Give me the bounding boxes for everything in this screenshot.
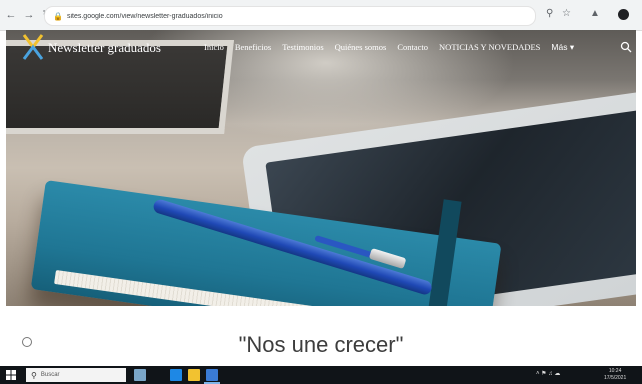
profile-avatar[interactable] [618, 9, 629, 20]
nav-item-contacto[interactable]: Contacto [397, 42, 428, 53]
clock-time: 10:24 [608, 368, 622, 374]
taskbar-search-icon: ⚲ [31, 370, 37, 380]
taskbar-search[interactable]: ⚲ Buscar [26, 368, 126, 382]
lock-icon: 🔒 [53, 11, 63, 21]
page-tagline: "Nos une crecer" [238, 332, 404, 357]
clock-date: 17/5/2021 [604, 375, 627, 381]
site-logo-icon[interactable] [22, 33, 44, 61]
nav-item-noticias[interactable]: NOTICIAS Y NOVEDADES [439, 42, 540, 53]
back-arrow-icon[interactable]: ← [4, 8, 18, 22]
nav-more-label: Más [551, 42, 568, 52]
nav-more-button[interactable]: Más ▾ [551, 42, 574, 53]
extension-icon[interactable]: ▲ [590, 8, 600, 19]
system-tray[interactable]: ˄ ⚑ ♫ ☁ [536, 370, 560, 377]
nav-item-quienes-somos[interactable]: Quiénes somos [335, 42, 387, 53]
nav-item-inicio[interactable]: Inicio [204, 42, 224, 53]
task-view-icon[interactable] [170, 369, 182, 381]
forward-arrow-icon[interactable]: → [22, 8, 36, 22]
main-nav: Inicio Beneficios Testimonios Quiénes so… [204, 42, 574, 53]
windows-start-icon[interactable] [6, 370, 16, 380]
os-taskbar: ⚲ Buscar ˄ ⚑ ♫ ☁ 10:24 17/5/2021 [0, 366, 642, 384]
browser-taskbar-icon[interactable] [206, 369, 218, 381]
address-bar[interactable]: 🔒 sites.google.com/view/newsletter-gradu… [44, 6, 536, 26]
browser-toolbar: ← → ↻ 🔒 sites.google.com/view/newsletter… [0, 0, 642, 31]
nav-item-beneficios[interactable]: Beneficios [235, 42, 271, 53]
zoom-icon[interactable]: ⚲ [546, 8, 553, 19]
taskbar-search-placeholder: Buscar [40, 372, 60, 378]
star-icon[interactable]: ☆ [562, 8, 571, 19]
site-title[interactable]: Newsletter graduados [48, 40, 161, 56]
nav-item-testimonios[interactable]: Testimonios [282, 42, 323, 53]
page-body: "Nos une crecer" [0, 306, 642, 366]
file-explorer-icon[interactable] [188, 369, 200, 381]
taskbar-clock[interactable]: 10:24 17/5/2021 [604, 368, 626, 382]
taskbar-app-icon[interactable] [134, 369, 146, 381]
site-header: Newsletter graduados Inicio Beneficios T… [6, 30, 636, 64]
url-text: sites.google.com/view/newsletter-graduad… [66, 12, 223, 20]
hero-image [6, 30, 636, 306]
search-icon[interactable] [620, 41, 632, 53]
